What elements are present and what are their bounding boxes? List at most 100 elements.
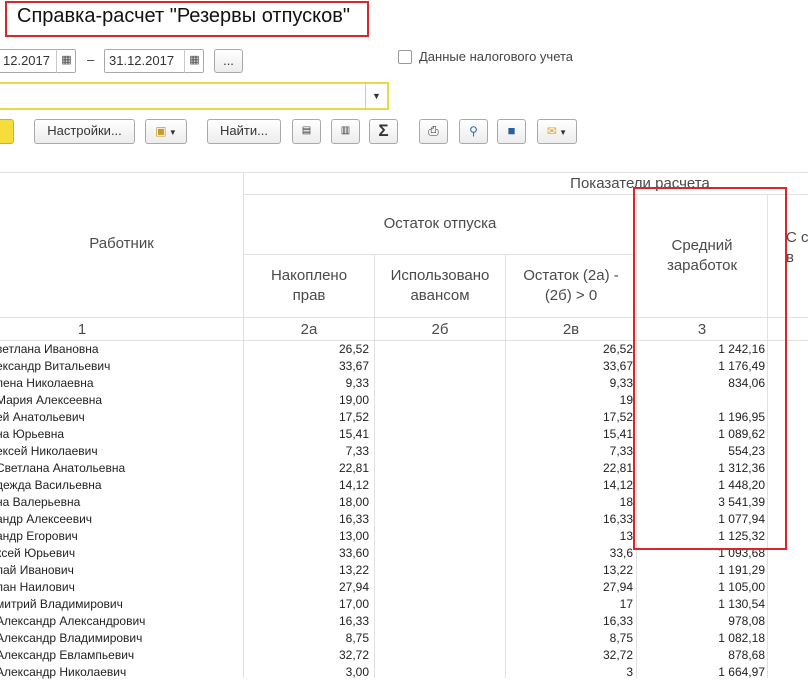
column-number-used: 2б — [431, 321, 449, 338]
accrued-value: 32,72 — [338, 648, 369, 662]
employee-name: лан Наилович — [0, 580, 75, 594]
column-header-accrued: Накоплено прав — [270, 267, 348, 304]
employee-name: митрий Владимирович — [0, 597, 123, 611]
employee-name: ветлана Ивановна — [0, 342, 99, 356]
folder-icon: ▣ — [155, 124, 167, 138]
accrued-value: 27,94 — [338, 580, 369, 594]
avg-earnings-value: 978,08 — [728, 614, 765, 628]
avg-earnings-highlight-box — [633, 187, 787, 550]
column-number-employee: 1 — [77, 321, 87, 338]
expand-groups-icon[interactable]: ▥ — [331, 119, 360, 144]
employee-name: лай Иванович — [0, 563, 74, 577]
preview-icon[interactable]: ⚲ — [459, 119, 488, 144]
balance-value: 19 — [619, 393, 633, 407]
employee-name: лена Николаевна — [0, 376, 94, 390]
settings-button[interactable]: Настройки... — [34, 119, 135, 144]
table-row[interactable]: Александр Александрович 16,33 16,33 978,… — [0, 613, 808, 630]
collapse-groups-icon[interactable]: ▤ — [292, 119, 321, 144]
accrued-value: 13,00 — [338, 529, 369, 543]
accrued-value: 16,33 — [338, 614, 369, 628]
avg-earnings-value: 1 082,18 — [718, 631, 765, 645]
grid-line — [243, 172, 244, 340]
balance-value: 3 — [626, 665, 633, 679]
avg-earnings-value: 1 130,54 — [718, 597, 765, 611]
generate-button[interactable] — [0, 119, 14, 144]
balance-value: 17,52 — [602, 410, 633, 424]
column-number-accrued: 2а — [300, 321, 318, 338]
mail-icon: ✉ — [546, 124, 557, 138]
accrued-value: 7,33 — [345, 444, 369, 458]
balance-value: 13,22 — [602, 563, 633, 577]
balance-value: 9,33 — [609, 376, 633, 390]
balance-value: 27,94 — [602, 580, 633, 594]
balance-value: 13 — [619, 529, 633, 543]
tax-data-checkbox[interactable] — [398, 50, 412, 64]
period-from-value: 12.2017 — [3, 53, 50, 68]
chevron-down-icon: ▼ — [556, 128, 568, 137]
send-mail-button[interactable]: ✉ ▼ — [537, 119, 577, 144]
avg-earnings-value: 1 664,97 — [718, 665, 765, 679]
accrued-value: 33,60 — [338, 546, 369, 560]
tax-data-label: Данные налогового учета — [419, 49, 574, 64]
balance-value: 26,52 — [602, 342, 633, 356]
employee-name: ксей Юрьевич — [0, 546, 76, 560]
balance-value: 16,33 — [602, 512, 633, 526]
balance-value: 14,12 — [602, 478, 633, 492]
accrued-value: 8,75 — [345, 631, 369, 645]
employee-name: Александр Александрович — [0, 614, 146, 628]
employee-name: ексей Николаевич — [0, 444, 98, 458]
balance-value: 8,75 — [609, 631, 633, 645]
balance-value: 15,41 — [602, 427, 633, 441]
accrued-value: 14,12 — [338, 478, 369, 492]
sum-button[interactable]: Σ — [369, 119, 398, 144]
save-icon[interactable]: ■ — [497, 119, 526, 144]
avg-earnings-value: 1 191,29 — [718, 563, 765, 577]
period-select-button[interactable]: ... — [214, 49, 243, 73]
employee-name: ександр Витальевич — [0, 359, 111, 373]
accrued-value: 22,81 — [338, 461, 369, 475]
subgroup-header: Остаток отпуска — [383, 215, 497, 232]
balance-value: 17 — [619, 597, 633, 611]
table-row[interactable]: лан Наилович 27,94 27,94 1 105,00 — [0, 579, 808, 596]
print-icon[interactable]: ⎙ — [419, 119, 448, 144]
column-header-balance: Остаток (2а) - (2б) > 0 — [523, 267, 619, 304]
table-row[interactable]: Александр Владимирович 8,75 8,75 1 082,1… — [0, 630, 808, 647]
calendar-icon[interactable]: ▦ — [56, 49, 76, 73]
avg-earnings-value: 878,68 — [728, 648, 765, 662]
accrued-value: 13,22 — [338, 563, 369, 577]
accrued-value: 15,41 — [338, 427, 369, 441]
employee-name: андр Алексеевич — [0, 512, 93, 526]
accrued-value: 17,52 — [338, 410, 369, 424]
table-row[interactable]: лай Иванович 13,22 13,22 1 191,29 — [0, 562, 808, 579]
employee-name: андр Егорович — [0, 529, 78, 543]
chevron-down-icon[interactable]: ▼ — [365, 84, 387, 108]
table-row[interactable]: митрий Владимирович 17,00 17 1 130,54 — [0, 596, 808, 613]
avg-earnings-value: 1 105,00 — [718, 580, 765, 594]
table-row[interactable]: Александр Евлампьевич 32,72 32,72 878,68 — [0, 647, 808, 664]
table-row[interactable]: Александр Николаевич 3,00 3 1 664,97 — [0, 664, 808, 681]
chevron-down-icon: ▼ — [166, 128, 177, 137]
accrued-value: 19,00 — [338, 393, 369, 407]
employee-name: Александр Владимирович — [0, 631, 143, 645]
employee-name: Александр Николаевич — [0, 665, 127, 679]
employee-name: на Валерьевна — [0, 495, 81, 509]
accrued-value: 16,33 — [338, 512, 369, 526]
period-dash: – — [87, 52, 95, 67]
accrued-value: 18,00 — [338, 495, 369, 509]
accrued-value: 9,33 — [345, 376, 369, 390]
find-button[interactable]: Найти... — [207, 119, 281, 144]
variant-menu-button[interactable]: ▣ ▼ — [145, 119, 187, 144]
grid-line — [244, 254, 634, 255]
employee-name: Светлана Анатольевна — [0, 461, 126, 475]
balance-value: 7,33 — [609, 444, 633, 458]
employee-name: Александр Евлампьевич — [0, 648, 135, 662]
column-header-cut: С ст в — [786, 229, 808, 266]
accrued-value: 26,52 — [338, 342, 369, 356]
balance-value: 18 — [619, 495, 633, 509]
employee-name: ей Анатольевич — [0, 410, 85, 424]
calendar-icon[interactable]: ▦ — [184, 49, 204, 73]
accrued-value: 33,67 — [338, 359, 369, 373]
organization-select[interactable]: ▼ — [0, 82, 389, 110]
accrued-value: 3,00 — [345, 665, 369, 679]
column-header-employee: Работник — [89, 235, 154, 252]
